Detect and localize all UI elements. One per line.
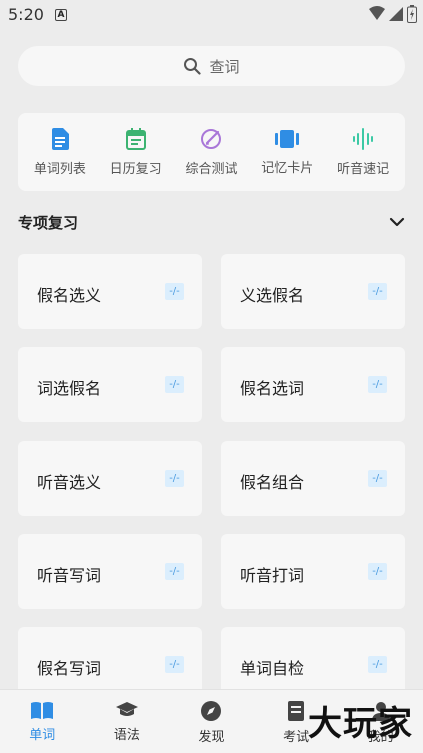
status-time: 5:20 [8,5,44,24]
quick-action-label: 单词列表 [33,161,86,177]
review-card-label: 假名选义 [37,286,102,305]
chevron-down-icon[interactable] [389,216,405,228]
book-open-icon [31,702,54,719]
progress-badge: -/- [165,283,184,300]
compass-icon [201,701,222,721]
quick-action-label: 记忆卡片 [261,160,314,176]
tab-grammar[interactable]: 语法 [85,690,170,753]
search-placeholder: 查词 [209,57,240,76]
review-card[interactable]: 假名选义 -/- [18,254,202,329]
progress-badge: -/- [368,283,387,300]
search-bar[interactable]: 查词 [18,46,405,86]
tab-label: 考试 [283,730,310,745]
quick-action-label: 综合测试 [185,161,238,177]
review-card-label: 假名写词 [37,659,102,678]
cellular-icon [389,7,403,21]
progress-badge: -/- [368,470,387,487]
exam-icon [288,701,305,721]
review-card-label: 假名组合 [240,473,305,492]
quick-action-comprehensive-test[interactable]: 综合测试 [174,128,248,177]
tab-label: 单词 [29,728,56,743]
review-card[interactable]: 义选假名 -/- [221,254,405,329]
progress-badge: -/- [368,376,387,393]
quick-action-label: 日历复习 [109,161,162,177]
review-card-label: 单词自检 [240,659,305,678]
review-card-label: 义选假名 [240,286,305,305]
status-bar: 5:20 A [0,0,423,30]
review-card-label: 听音打词 [240,566,305,585]
quick-actions-panel: 单词列表 日历复习 综合测试 记忆卡片 听音速记 [18,113,405,191]
signal-icon [369,6,385,20]
progress-badge: -/- [165,656,184,673]
test-icon [201,128,222,149]
review-card-label: 假名选词 [240,379,305,398]
review-card[interactable]: 听音打词 -/- [221,534,405,609]
progress-badge: -/- [165,563,184,580]
review-card-label: 听音选义 [37,473,102,492]
quick-action-calendar-review[interactable]: 日历复习 [99,127,173,177]
quick-action-memory-cards[interactable]: 记忆卡片 [250,129,324,176]
review-card-label: 词选假名 [37,379,102,398]
progress-badge: -/- [165,470,184,487]
progress-badge: -/- [165,376,184,393]
quick-action-word-list[interactable]: 单词列表 [23,127,97,177]
watermark-logo: 大玩家 [308,704,413,744]
tab-label: 语法 [113,728,140,743]
review-card[interactable]: 假名选词 -/- [221,347,405,422]
review-card[interactable]: 词选假名 -/- [18,347,202,422]
progress-badge: -/- [368,563,387,580]
tab-words[interactable]: 单词 [0,690,85,753]
battery-icon [407,5,417,23]
calendar-icon [125,127,146,150]
cards-icon [275,129,300,148]
review-card[interactable]: 听音写词 -/- [18,534,202,609]
tab-label: 发现 [198,730,225,745]
tab-discover[interactable]: 发现 [169,690,254,753]
quick-action-listen-memo[interactable]: 听音速记 [326,127,400,177]
graduation-cap-icon [115,702,138,716]
progress-badge: -/- [368,656,387,673]
quick-action-label: 听音速记 [337,161,390,177]
audio-wave-icon [353,127,374,150]
review-card[interactable]: 假名组合 -/- [221,441,405,516]
notification-icon: A [55,9,67,21]
status-icons [369,5,417,23]
review-card[interactable]: 听音选义 -/- [18,441,202,516]
section-title: 专项复习 [18,213,79,232]
review-card-label: 听音写词 [37,566,102,585]
document-icon [51,127,69,150]
special-review-header[interactable]: 专项复习 [18,208,405,236]
search-icon [184,58,202,75]
